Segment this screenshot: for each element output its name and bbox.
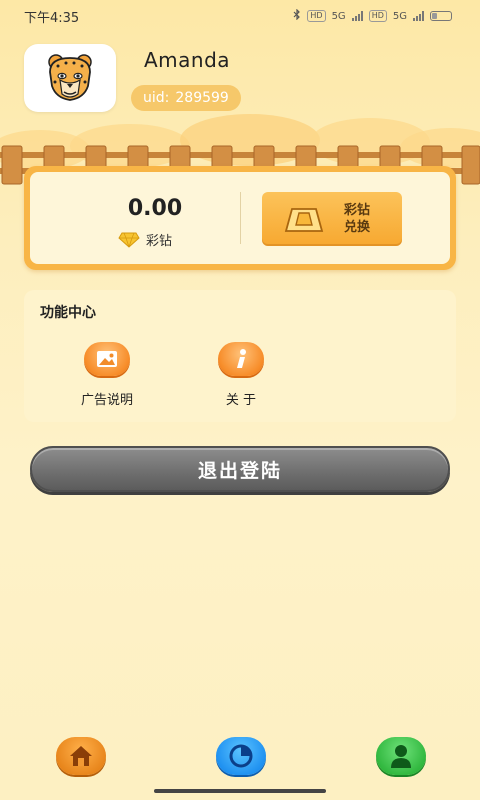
nav-profile-button[interactable] (376, 737, 426, 775)
network-label-2: 5G (392, 10, 407, 22)
function-center-panel: 功能中心 广告说明 关 于 (24, 290, 456, 422)
diamond-icon (118, 232, 140, 248)
bluetooth-icon (293, 8, 301, 23)
status-bar: 下午4:35 HD 5G HD 5G (0, 0, 480, 32)
pie-chart-icon (229, 744, 253, 768)
hd-badge: HD (307, 10, 326, 22)
currency-label: 彩钻 (146, 234, 173, 249)
image-icon (84, 342, 130, 376)
signal-icon-2 (413, 11, 424, 21)
gold-bar-icon (284, 208, 324, 232)
function-center-title: 功能中心 (40, 305, 96, 321)
nav-stats-button[interactable] (216, 737, 266, 775)
uid-badge: uid: 289599 (131, 85, 241, 111)
divider (240, 192, 241, 244)
network-label-1: 5G (331, 10, 346, 22)
exchange-label-line1: 彩钻 (344, 203, 371, 218)
logout-button[interactable]: 退出登陆 (30, 446, 450, 492)
hd-badge-2: HD (368, 10, 387, 22)
status-icons: HD 5G HD 5G (293, 8, 452, 23)
username: Amanda (144, 48, 231, 72)
info-icon (218, 342, 264, 376)
ad-info-button[interactable]: 广告说明 (62, 342, 152, 408)
signal-icon (351, 11, 363, 21)
balance-inner: 0.00 彩钻 彩钻 兑换 (30, 172, 450, 264)
nav-home-button[interactable] (56, 737, 106, 775)
ad-info-label: 广告说明 (80, 393, 133, 408)
currency-row: 彩钻 (118, 230, 172, 249)
status-time: 下午4:35 (24, 10, 80, 26)
battery-icon (430, 11, 452, 21)
balance-amount: 0.00 (127, 196, 183, 221)
home-indicator (154, 789, 326, 793)
balance-card: 0.00 彩钻 彩钻 兑换 (24, 166, 456, 270)
uid-label: uid: (143, 90, 170, 106)
about-label: 关 于 (225, 393, 257, 408)
exchange-label: 彩钻 兑换 (344, 202, 370, 236)
leopard-avatar-icon (48, 54, 92, 101)
exchange-label-line2: 兑换 (344, 220, 371, 235)
exchange-button[interactable]: 彩钻 兑换 (262, 192, 402, 246)
user-icon (391, 745, 411, 768)
avatar[interactable] (24, 44, 116, 112)
home-icon (70, 746, 92, 766)
about-button[interactable]: 关 于 (196, 342, 286, 408)
uid-value: 289599 (175, 90, 229, 106)
